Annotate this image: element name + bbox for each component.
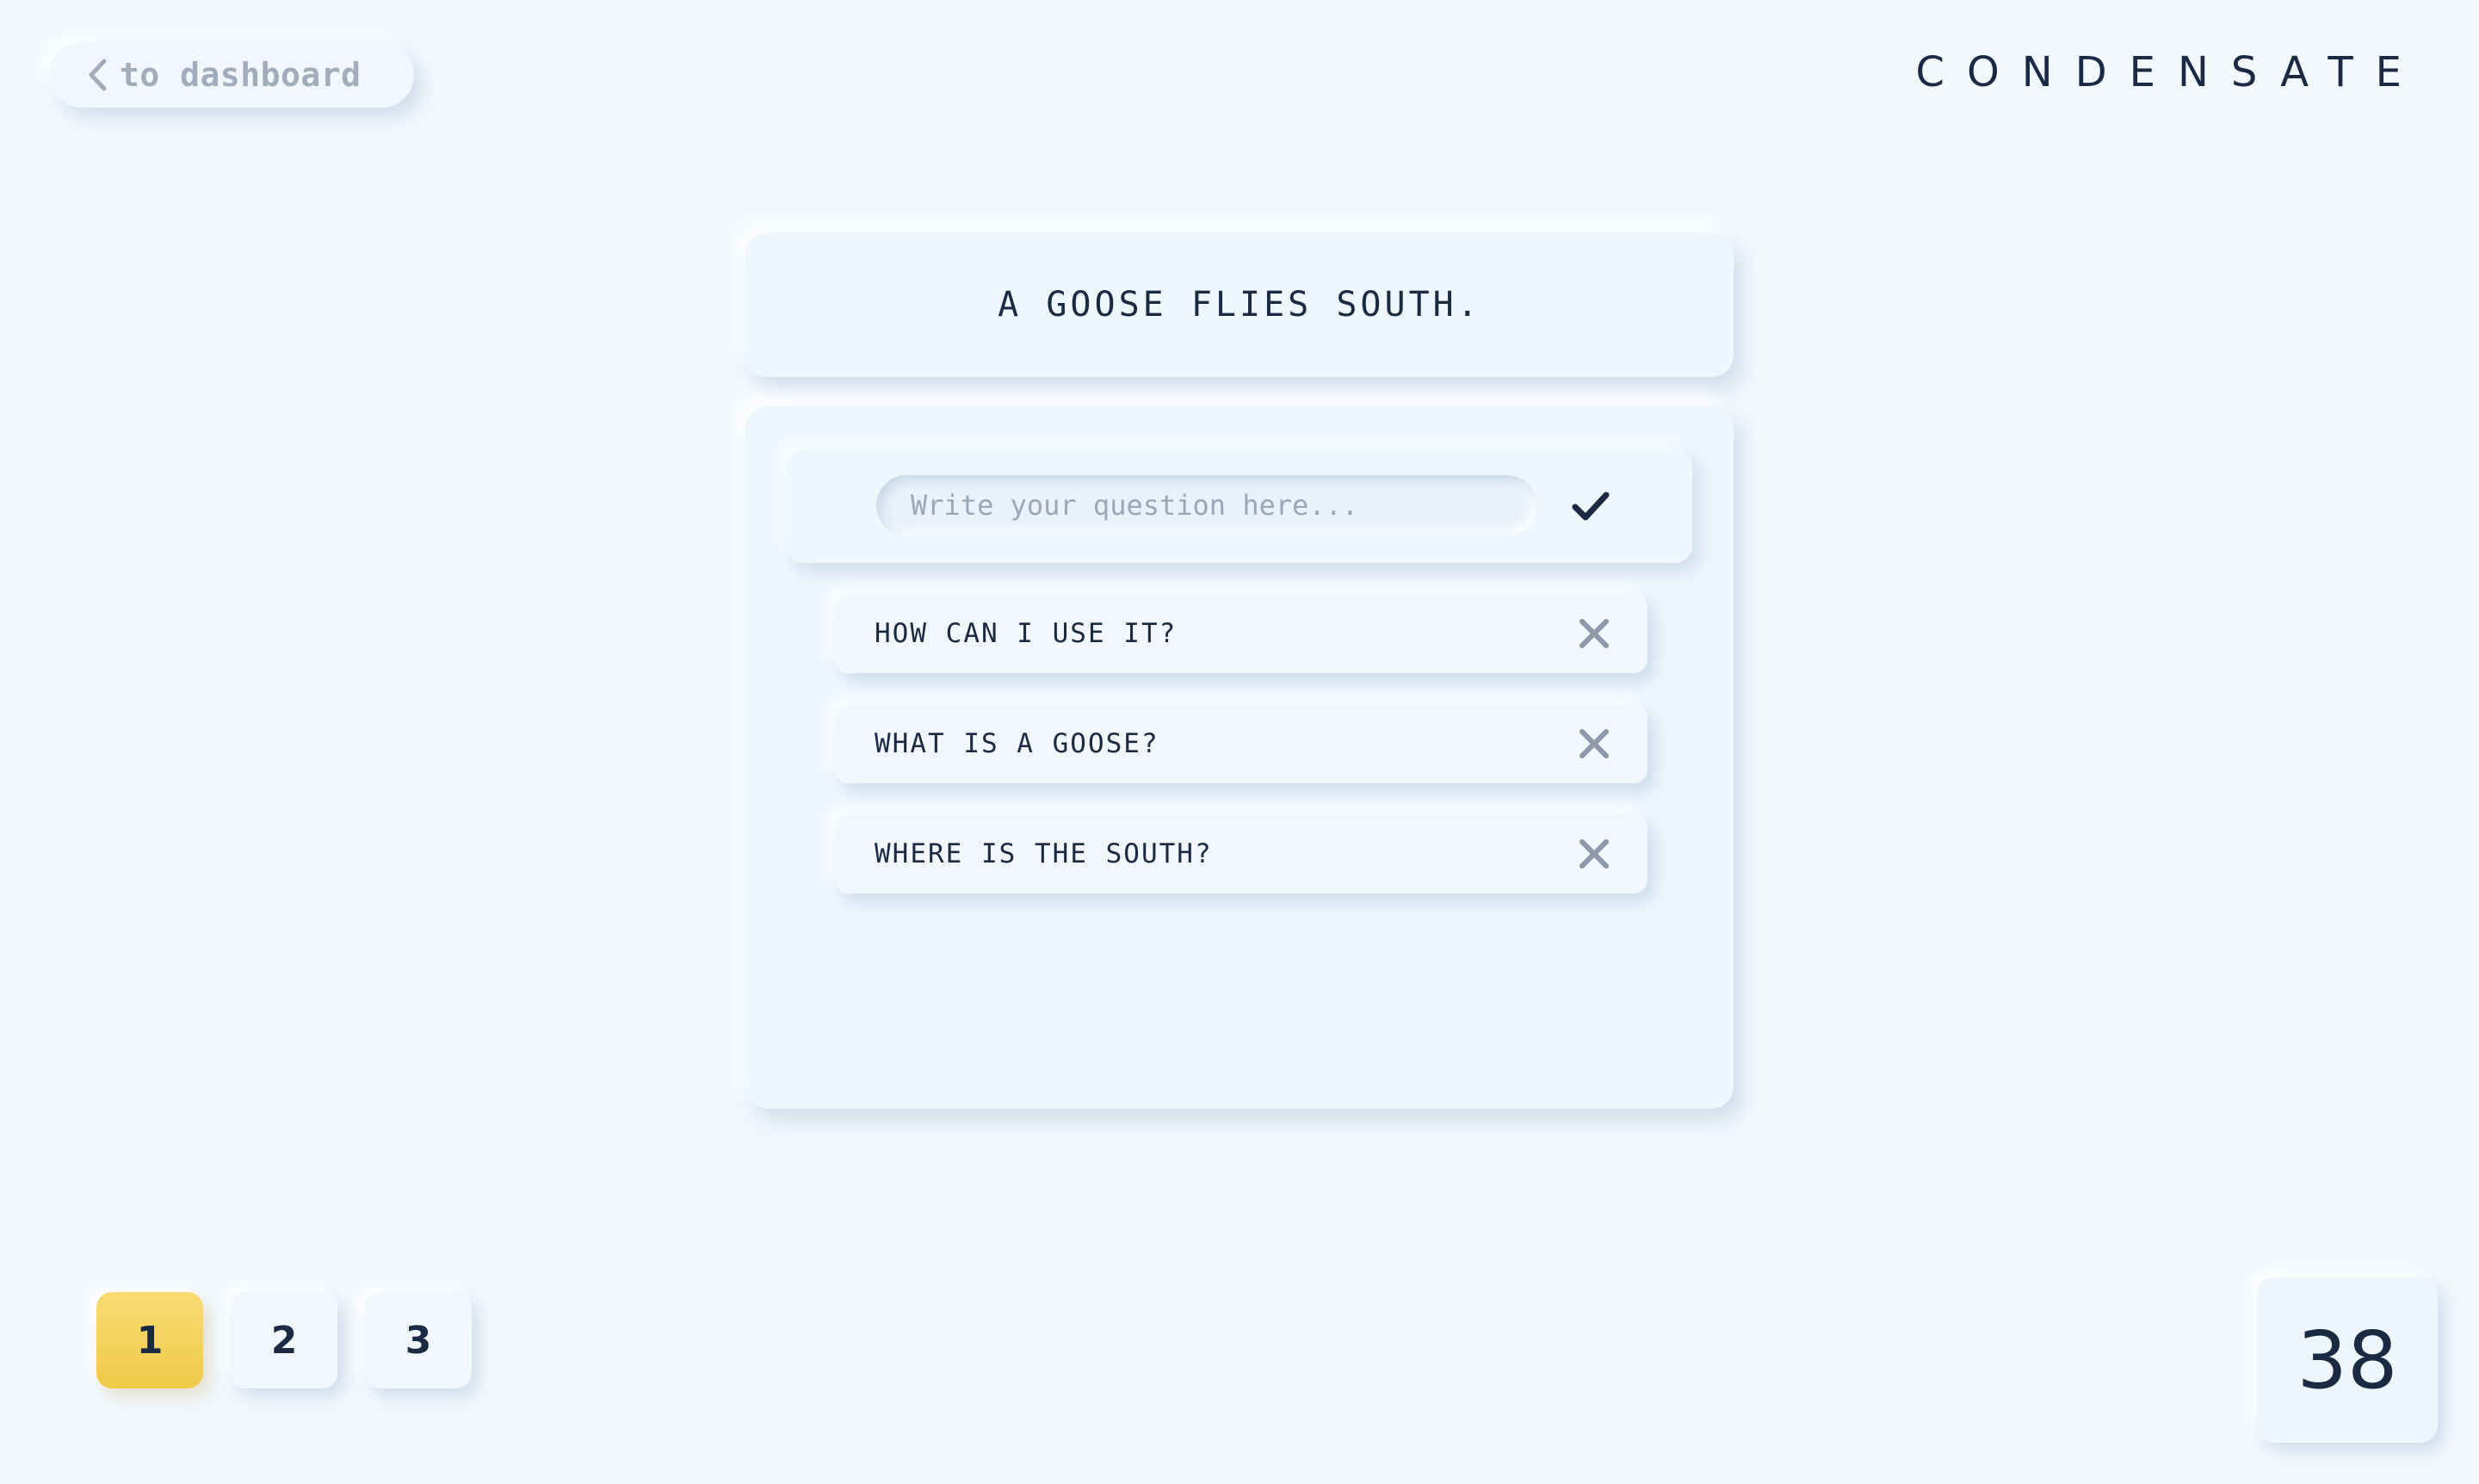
question-text: HOW CAN I USE IT? (875, 618, 1178, 649)
back-button-label: to dashboard (120, 56, 362, 94)
back-to-dashboard-button[interactable]: to dashboard (49, 42, 414, 108)
page-button-3[interactable]: 3 (365, 1292, 472, 1388)
statement-card: A GOOSE FLIES SOUTH. (745, 232, 1734, 377)
question-input-panel (787, 449, 1692, 563)
page-button-2[interactable]: 2 (231, 1292, 337, 1388)
close-icon (1580, 839, 1609, 869)
remove-question-button[interactable] (1577, 837, 1611, 871)
question-item: WHERE IS THE SOUTH? (835, 814, 1648, 893)
statement-text: A GOOSE FLIES SOUTH. (998, 285, 1481, 325)
remove-question-button[interactable] (1577, 727, 1611, 761)
questions-panel: HOW CAN I USE IT? WHAT IS A GOOSE? WHERE… (745, 406, 1734, 1109)
question-text: WHERE IS THE SOUTH? (875, 838, 1213, 869)
chevron-left-icon (89, 59, 107, 91)
question-item: WHAT IS A GOOSE? (835, 704, 1648, 783)
brand-logo: CONDENSATE (1915, 48, 2424, 96)
check-icon (1572, 492, 1610, 521)
question-item: HOW CAN I USE IT? (835, 594, 1648, 673)
page-button-1[interactable]: 1 (96, 1292, 203, 1388)
question-text: WHAT IS A GOOSE? (875, 728, 1159, 759)
remove-question-button[interactable] (1577, 616, 1611, 651)
close-icon (1580, 729, 1609, 758)
submit-question-button[interactable] (1568, 484, 1613, 529)
counter-display: 38 (2257, 1277, 2438, 1443)
close-icon (1580, 619, 1609, 648)
question-input[interactable] (876, 475, 1537, 535)
